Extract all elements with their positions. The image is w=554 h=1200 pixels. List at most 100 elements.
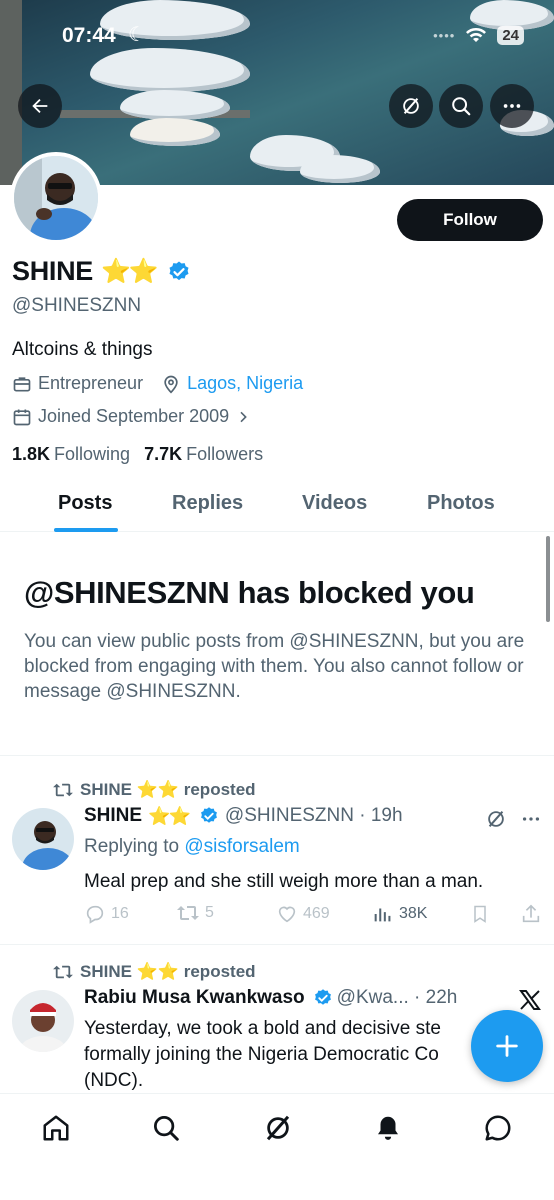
more-button[interactable]	[490, 84, 534, 128]
profile-meta-row: Entrepreneur Lagos, Nigeria	[12, 373, 303, 394]
post-text-line: formally joining the Nigeria Democratic …	[84, 1044, 439, 1065]
views-icon	[374, 908, 391, 922]
post-text: Yesterday, we took a bold and decisive s…	[84, 1016, 464, 1094]
like-count: 469	[303, 905, 330, 922]
profile-tabs: Posts Replies Videos Photos	[0, 478, 554, 532]
status-time: 07:44	[62, 24, 116, 47]
grok-button[interactable]	[389, 84, 433, 128]
arrow-left-icon	[32, 98, 48, 114]
status-bar: 07:44 ☾ •••• 24	[0, 22, 554, 52]
view-count: 38K	[399, 905, 428, 922]
tab-videos[interactable]: Videos	[302, 492, 367, 515]
post-author[interactable]: Rabiu Musa Kwankwaso	[84, 987, 305, 1009]
profile-location-link[interactable]: Lagos, Nigeria	[187, 373, 303, 394]
moon-icon: ☾	[128, 24, 146, 46]
profile-avatar[interactable]	[10, 152, 102, 244]
replying-to-link[interactable]: @sisforsalem	[184, 836, 299, 857]
heart-icon	[278, 906, 296, 923]
avatar[interactable]	[12, 990, 74, 1052]
grok-icon	[403, 98, 419, 114]
tab-photos[interactable]: Photos	[427, 492, 495, 515]
post-handle-time: @Kwa... · 22h	[336, 987, 458, 1008]
divider	[0, 755, 554, 756]
post-author[interactable]: SHINE	[84, 805, 142, 827]
star-emoji: ⭐⭐	[148, 805, 191, 826]
signal-icon: ••••	[433, 28, 456, 43]
share-icon[interactable]	[520, 903, 542, 925]
verified-badge-icon	[200, 807, 217, 823]
profile-name: SHINE ⭐⭐	[12, 256, 191, 287]
compose-post-button[interactable]	[471, 1010, 543, 1082]
more-horizontal-icon[interactable]	[520, 808, 542, 830]
calendar-icon	[13, 409, 31, 425]
search-button[interactable]	[439, 84, 483, 128]
message-icon	[485, 1115, 511, 1141]
following-count: 1.8K	[12, 444, 51, 464]
tab-posts[interactable]: Posts	[58, 492, 112, 515]
follow-button[interactable]: Follow	[397, 199, 543, 241]
repost-label: SHINE ⭐⭐ reposted	[80, 780, 256, 799]
post-header: SHINE ⭐⭐ @SHINESZNN · 19h	[84, 805, 403, 827]
verified-badge-icon	[314, 989, 331, 1005]
post-handle-time: @SHINESZNN · 19h	[224, 805, 403, 826]
repost-button[interactable]: 5	[176, 903, 214, 923]
post-header: Rabiu Musa Kwankwaso @Kwa... · 22h	[84, 987, 457, 1009]
nav-messages[interactable]	[482, 1112, 514, 1144]
repost-icon	[53, 783, 73, 797]
follow-counts: 1.8K Following 7.7K Followers	[12, 444, 263, 465]
battery-indicator: 24	[497, 26, 524, 45]
search-icon	[452, 97, 471, 116]
nav-grok[interactable]	[262, 1112, 294, 1144]
profile-handle: @SHINESZNN	[12, 295, 142, 316]
chevron-right-icon	[240, 411, 247, 422]
profile-bio: Altcoins & things	[12, 339, 153, 360]
boat	[120, 90, 230, 120]
display-name: SHINE	[12, 256, 94, 286]
briefcase-icon	[13, 376, 31, 391]
avatar-image	[14, 156, 98, 240]
boat	[130, 118, 220, 146]
post-actions: 16 5 469 38K	[84, 903, 544, 929]
boat	[90, 48, 250, 92]
tab-replies[interactable]: Replies	[172, 492, 243, 515]
plus-icon	[496, 1035, 518, 1057]
nav-notifications[interactable]	[372, 1112, 404, 1144]
followers-count: 7.7K	[144, 444, 183, 464]
followers-link[interactable]: 7.7K Followers	[144, 444, 263, 465]
repost-count: 5	[205, 904, 214, 921]
home-icon	[43, 1115, 69, 1141]
reply-count: 16	[111, 905, 129, 922]
scrollbar[interactable]	[546, 536, 550, 622]
repost-icon	[53, 965, 73, 979]
divider	[0, 944, 554, 945]
views-button[interactable]: 38K	[372, 903, 427, 925]
following-link[interactable]: 1.8K Following	[12, 444, 130, 465]
reply-button[interactable]: 16	[84, 903, 129, 925]
post-text-line: (NDC).	[84, 1070, 144, 1091]
replying-to: Replying to @sisforsalem	[84, 836, 300, 858]
repost-indicator[interactable]: SHINE ⭐⭐ reposted	[52, 962, 256, 982]
nav-home[interactable]	[40, 1112, 72, 1144]
grok-icon[interactable]	[485, 808, 507, 830]
post-text: Meal prep and she still weigh more than …	[84, 871, 484, 892]
avatar-image	[12, 808, 74, 870]
grok-icon	[266, 1115, 290, 1141]
bell-icon	[378, 1116, 398, 1140]
like-button[interactable]: 469	[276, 903, 330, 925]
reply-icon	[86, 905, 104, 924]
following-label: Following	[54, 444, 131, 464]
bookmark-icon[interactable]	[470, 903, 490, 925]
location-pin-icon	[164, 375, 178, 394]
repost-label: SHINE ⭐⭐ reposted	[80, 962, 256, 981]
repost-indicator[interactable]: SHINE ⭐⭐ reposted	[52, 780, 256, 800]
profile-category: Entrepreneur	[38, 373, 144, 393]
verified-badge-icon	[169, 261, 189, 280]
followers-label: Followers	[186, 444, 264, 464]
post-text-line: Yesterday, we took a bold and decisive s…	[84, 1018, 442, 1039]
replying-prefix: Replying to	[84, 836, 180, 857]
back-button[interactable]	[18, 84, 62, 128]
avatar[interactable]	[12, 808, 74, 870]
avatar-image	[12, 990, 74, 1052]
nav-search[interactable]	[150, 1112, 182, 1144]
profile-joined-row[interactable]: Joined September 2009	[12, 406, 251, 427]
